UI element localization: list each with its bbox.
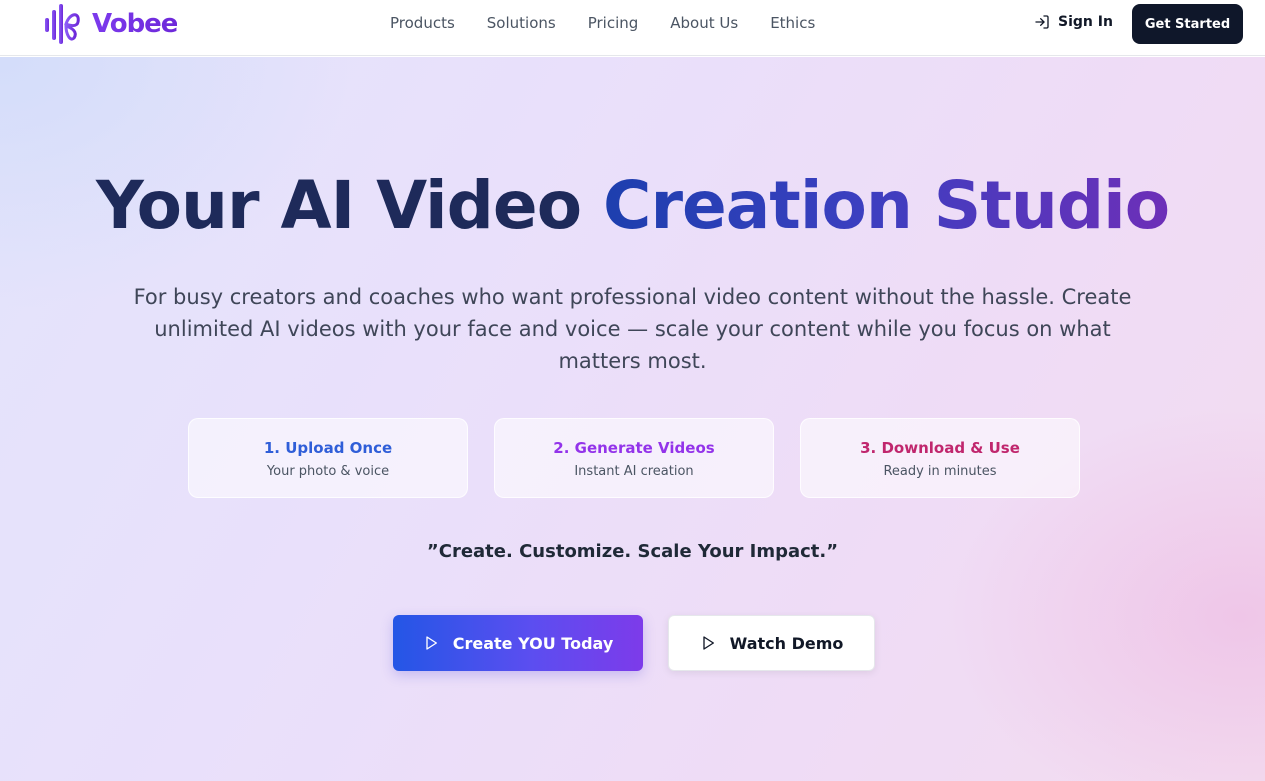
nav-item-pricing[interactable]: Pricing	[588, 14, 639, 32]
play-icon	[700, 635, 716, 651]
steps-row: 1. Upload Once Your photo & voice 2. Gen…	[188, 418, 1080, 498]
watch-demo-label: Watch Demo	[729, 633, 844, 653]
nav-item-ethics[interactable]: Ethics	[770, 14, 815, 32]
hero-title-part2: Creation Studio	[603, 167, 1170, 244]
step-card-upload: 1. Upload Once Your photo & voice	[188, 418, 468, 498]
create-you-today-label: Create YOU Today	[452, 633, 614, 653]
step-desc: Ready in minutes	[883, 464, 997, 479]
create-you-today-button[interactable]: Create YOU Today	[393, 615, 643, 671]
tagline: ”Create. Customize. Scale Your Impact.”	[426, 541, 839, 562]
step-title: 1. Upload Once	[263, 439, 393, 457]
watch-demo-button[interactable]: Watch Demo	[668, 615, 875, 671]
get-started-button[interactable]: Get Started	[1132, 4, 1243, 44]
step-card-download: 3. Download & Use Ready in minutes	[800, 418, 1080, 498]
step-title: 3. Download & Use	[860, 439, 1020, 457]
step-title: 2. Generate Videos	[553, 439, 715, 457]
nav-item-about-us[interactable]: About Us	[670, 14, 738, 32]
play-icon	[423, 635, 439, 651]
step-desc: Your photo & voice	[266, 464, 390, 479]
step-desc: Instant AI creation	[574, 464, 694, 479]
nav-item-solutions[interactable]: Solutions	[487, 14, 556, 32]
site-header: Vobee Products Solutions Pricing About U…	[0, 0, 1265, 56]
main-nav: Products Solutions Pricing About Us Ethi…	[390, 14, 847, 32]
hero-subtitle: For busy creators and coaches who want p…	[133, 285, 1132, 373]
hero-section: Your AI Video Creation Studio For busy c…	[0, 57, 1265, 781]
brand-logo[interactable]: Vobee	[42, 2, 178, 46]
step-card-generate: 2. Generate Videos Instant AI creation	[494, 418, 774, 498]
waveform-butterfly-icon	[45, 4, 80, 44]
sign-in-link[interactable]: Sign In	[1034, 14, 1113, 30]
brand-name: Vobee	[92, 9, 178, 39]
sign-in-icon	[1034, 14, 1050, 30]
sign-in-label: Sign In	[1058, 14, 1113, 30]
hero-title: Your AI Video Creation Studio	[0, 167, 1265, 245]
nav-item-products[interactable]: Products	[390, 14, 455, 32]
hero-title-part1: Your AI Video	[95, 167, 604, 244]
